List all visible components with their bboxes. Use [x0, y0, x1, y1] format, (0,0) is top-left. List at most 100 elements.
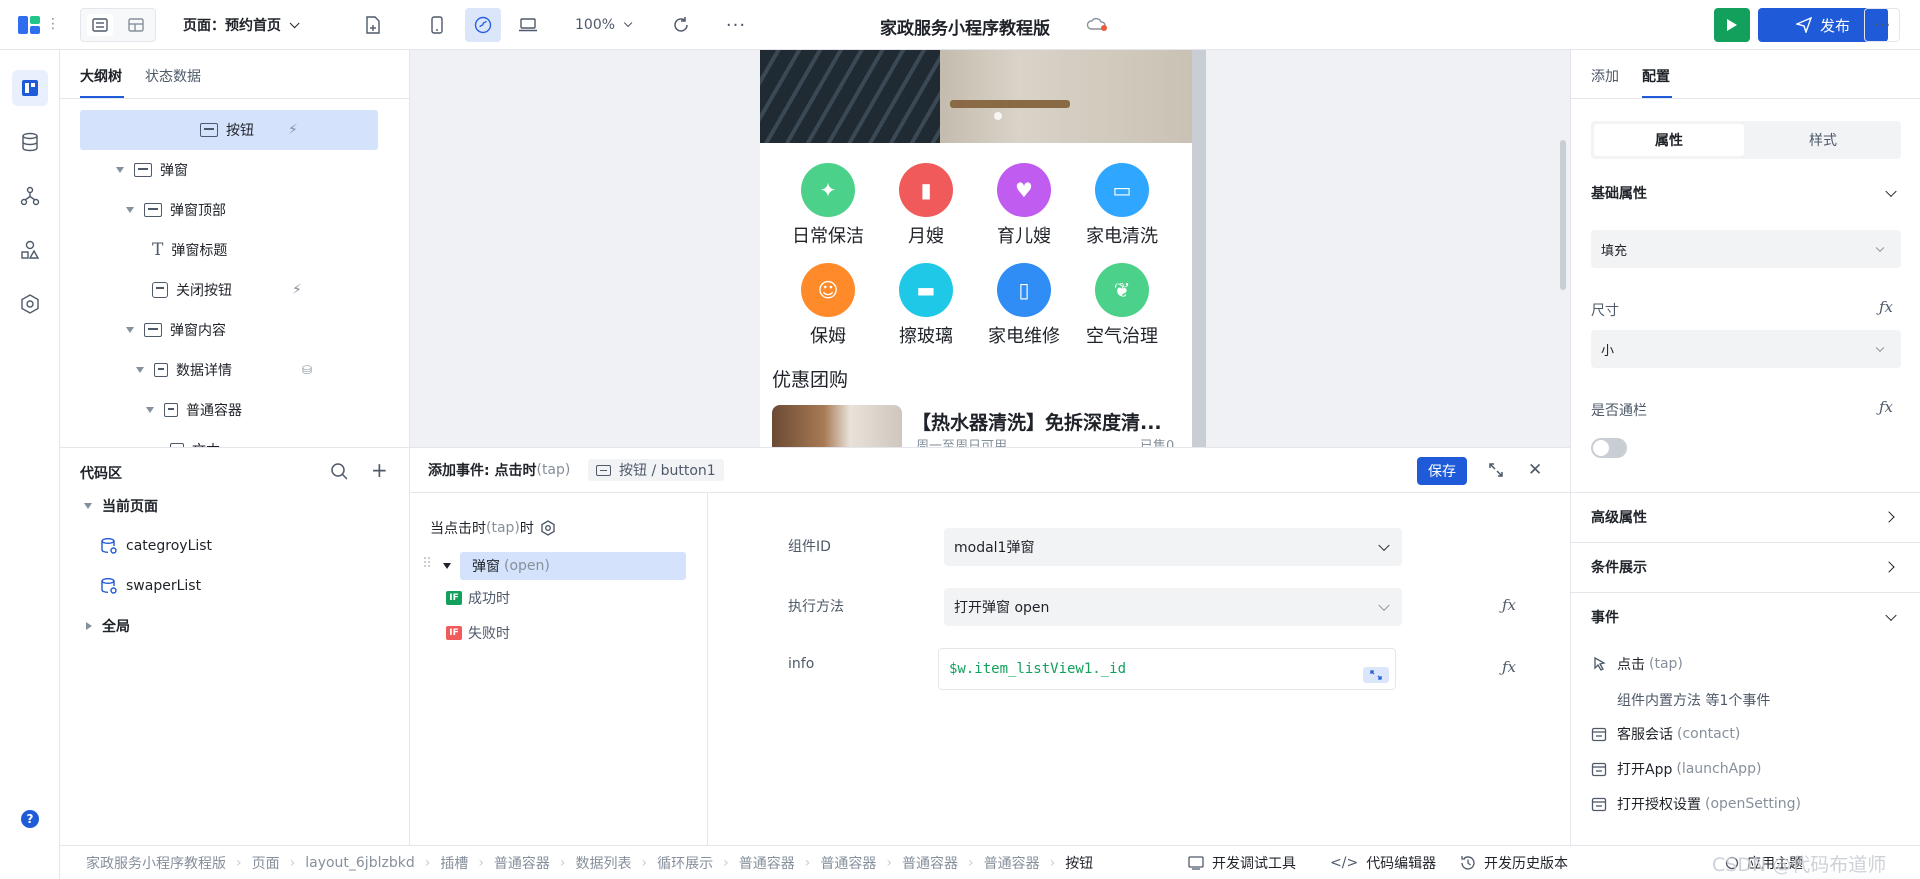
logo-more-icon[interactable]: ⋮ [46, 16, 60, 32]
expand-editor-icon[interactable] [1363, 667, 1389, 683]
breadcrumb-item[interactable]: 普通容器 [494, 853, 550, 873]
category-air-treatment[interactable]: ❦ 空气治理 [1080, 263, 1164, 348]
config-panel: 添加 配置 属性 样式 基础属性 填充 尺寸 ƒx 小 是否通栏 ƒx 高级属性… [1570, 50, 1920, 845]
category-nanny[interactable]: ♥ 育儿嫂 [982, 163, 1066, 248]
method-select[interactable]: 打开弹窗 open [944, 588, 1402, 626]
event-item-launchapp[interactable]: 打开App (launchApp) [1591, 759, 1761, 779]
tree-node-data-detail[interactable]: 数据详情 ⛁ [136, 350, 378, 390]
breadcrumb-item[interactable]: 家政服务小程序教程版 [86, 853, 226, 873]
fx-icon[interactable]: ƒx [1502, 658, 1516, 676]
tree-node-modal[interactable]: 弹窗 [116, 150, 188, 190]
category-label: 保姆 [810, 326, 846, 347]
product-image[interactable] [772, 405, 902, 447]
tree-node-text[interactable]: 文本 [170, 430, 220, 447]
expand-icon[interactable] [1488, 462, 1504, 478]
event-item-builtin[interactable]: 组件内置方法 等1个事件 [1617, 690, 1770, 710]
desktop-view-icon[interactable] [510, 8, 546, 42]
tool-history[interactable]: 开发历史版本 [1460, 846, 1568, 879]
page-selector[interactable]: 页面：预约首页 [183, 8, 300, 42]
breadcrumb-item[interactable]: 数据列表 [576, 853, 632, 873]
full-width-toggle[interactable] [1591, 438, 1627, 458]
tool-code-editor[interactable]: </> 代码编辑器 [1330, 846, 1436, 879]
add-page-icon[interactable] [355, 8, 391, 42]
breadcrumb-item[interactable]: layout_6jblzbkd [305, 855, 414, 871]
branch-fail[interactable]: IF 失败时 [446, 623, 510, 643]
breadcrumb-item[interactable]: 普通容器 [902, 853, 958, 873]
fx-icon[interactable]: ƒx [1502, 596, 1516, 614]
fx-icon[interactable]: ƒx [1879, 298, 1893, 316]
category-appliance-repair[interactable]: ▯ 家电维修 [982, 263, 1066, 348]
event-item-tap[interactable]: 点击 (tap) [1591, 654, 1683, 674]
fx-icon[interactable]: ƒx [1879, 398, 1893, 416]
more-menu-icon[interactable]: ··· [1864, 8, 1900, 42]
event-item-opensetting[interactable]: 打开授权设置 (openSetting) [1591, 794, 1801, 814]
search-icon[interactable] [330, 462, 348, 480]
fill-select[interactable]: 填充 [1591, 230, 1901, 268]
segment-properties[interactable]: 属性 [1594, 124, 1744, 156]
segment-styles[interactable]: 样式 [1748, 124, 1898, 156]
zoom-selector[interactable]: 100% [575, 8, 633, 42]
tree-current-page[interactable]: 当前页面 [84, 486, 158, 526]
help-icon[interactable]: ? [21, 810, 39, 828]
section-basic-properties[interactable]: 基础属性 [1591, 178, 1901, 208]
tree-node-close-button[interactable]: 关闭按钮 ⚡ [152, 270, 378, 310]
category-daily-cleaning[interactable]: ✦ 日常保洁 [786, 163, 870, 248]
components-icon[interactable] [12, 232, 48, 268]
carousel-dot[interactable] [994, 112, 1002, 120]
canvas-scrollbar[interactable] [1560, 140, 1566, 290]
tool-debug[interactable]: 开发调试工具 [1188, 846, 1296, 879]
miniprogram-view-icon[interactable] [465, 8, 501, 42]
tab-config[interactable]: 配置 [1642, 66, 1670, 86]
tree-global[interactable]: 全局 [86, 606, 130, 646]
mobile-view-icon[interactable] [419, 8, 455, 42]
tab-outline[interactable]: 大纲树 [80, 66, 122, 86]
category-housekeeper[interactable]: ☺ 保姆 [786, 263, 870, 348]
branch-success[interactable]: IF 成功时 [446, 588, 510, 608]
code-item-swaperlist[interactable]: swaperList [100, 566, 201, 606]
category-appliance-cleaning[interactable]: ▭ 家电清洗 [1080, 163, 1164, 248]
section-condition[interactable]: 条件展示 [1591, 552, 1901, 582]
breadcrumb-item[interactable]: 普通容器 [984, 853, 1040, 873]
banner-image[interactable] [760, 50, 1192, 143]
database-icon[interactable] [12, 124, 48, 160]
breadcrumb-item[interactable]: 按钮 [1065, 853, 1093, 873]
tree-node-modal-content[interactable]: 弹窗内容 [126, 310, 226, 350]
info-expression-input[interactable]: $w.item_listView1._id [938, 648, 1396, 690]
refresh-icon[interactable] [663, 8, 699, 42]
action-item-modal-open[interactable]: 弹窗 (open) [460, 552, 686, 580]
tree-node-modal-title[interactable]: T 弹窗标题 [152, 230, 227, 270]
run-button[interactable] [1714, 8, 1750, 42]
outline-view-icon[interactable] [87, 14, 113, 36]
tab-state-data[interactable]: 状态数据 [145, 66, 201, 86]
section-events[interactable]: 事件 [1591, 602, 1901, 632]
component-id-select[interactable]: modal1弹窗 [944, 528, 1402, 566]
breadcrumb-item[interactable]: 插槽 [440, 853, 468, 873]
category-window-cleaning[interactable]: ▬ 擦玻璃 [884, 263, 968, 348]
tab-add[interactable]: 添加 [1591, 66, 1619, 86]
breadcrumb-item[interactable]: 循环展示 [657, 853, 713, 873]
caret-down-icon[interactable] [443, 563, 451, 569]
more-icon[interactable]: ··· [718, 8, 754, 42]
section-advanced[interactable]: 高级属性 [1591, 502, 1901, 532]
event-item-contact[interactable]: 客服会话 (contact) [1591, 724, 1740, 744]
product-title[interactable]: 【热水器清洗】免拆深度清... [912, 408, 1162, 435]
flow-icon[interactable] [12, 178, 48, 214]
category-maternity[interactable]: ▮ 月嫂 [884, 163, 968, 248]
breadcrumb-item[interactable]: 页面 [252, 853, 280, 873]
tree-node-button[interactable]: 按钮 ⚡ [80, 110, 378, 150]
settings-icon[interactable] [540, 520, 556, 536]
settings-icon[interactable] [12, 286, 48, 322]
info-expression-value: $w.item_listView1._id [949, 661, 1127, 677]
tree-node-container[interactable]: 普通容器 [146, 390, 242, 430]
outline-icon[interactable] [12, 70, 48, 106]
save-button[interactable]: 保存 [1417, 457, 1467, 485]
layout-view-icon[interactable] [123, 14, 149, 36]
breadcrumb-item[interactable]: 普通容器 [820, 853, 876, 873]
tree-node-modal-header[interactable]: 弹窗顶部 [126, 190, 226, 230]
close-icon[interactable]: ✕ [1528, 460, 1542, 480]
size-select[interactable]: 小 [1591, 330, 1901, 368]
drag-handle-icon[interactable]: ⠿ [422, 556, 432, 572]
code-item-categroylist[interactable]: categroyList [100, 526, 212, 566]
add-icon[interactable]: + [371, 458, 388, 482]
breadcrumb-item[interactable]: 普通容器 [739, 853, 795, 873]
